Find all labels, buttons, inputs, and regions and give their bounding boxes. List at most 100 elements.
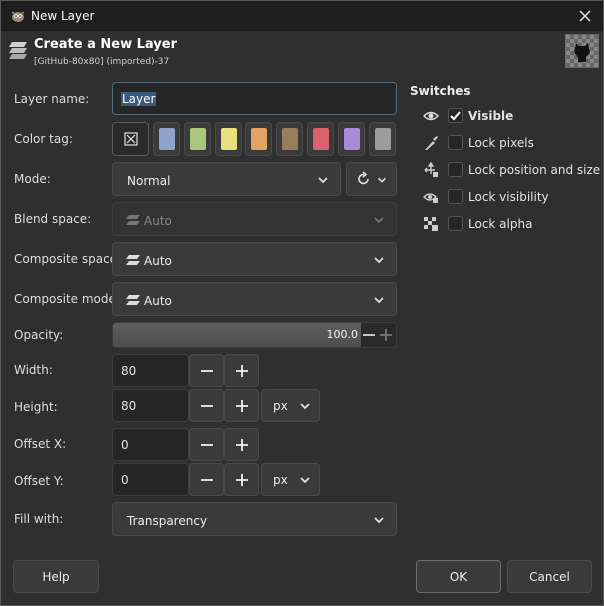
layer-stack-icon	[9, 42, 27, 59]
composite-mode-label: Composite mode:	[14, 292, 120, 306]
opacity-label: Opacity:	[14, 328, 64, 342]
color-tag-swatch[interactable]	[245, 122, 273, 156]
size-unit-value: px	[273, 399, 288, 413]
layer-mode-icon	[126, 215, 140, 225]
color-tag-swatch[interactable]	[214, 122, 242, 156]
eye-lock-icon	[423, 193, 438, 203]
height-label: Height:	[14, 400, 58, 414]
eye-icon	[423, 111, 439, 121]
layer-name-input[interactable]: Layer	[112, 82, 397, 115]
ok-button-label: OK	[449, 570, 468, 584]
composite-space-value: Auto	[144, 254, 172, 268]
dialog-heading: Create a New Layer	[34, 37, 177, 52]
ok-button[interactable]: OK	[416, 560, 501, 593]
title-bar: New Layer	[1, 1, 603, 31]
minus-icon	[201, 370, 213, 372]
lock-alpha-label: Lock alpha	[468, 217, 533, 231]
chevron-down-icon	[374, 297, 384, 304]
color-swatch	[313, 128, 329, 150]
opacity-slider[interactable]: 100.0	[112, 322, 397, 348]
color-tag-label: Color tag:	[14, 132, 73, 146]
offset-y-value: 0	[121, 473, 129, 487]
chevron-down-icon	[374, 257, 384, 264]
width-decrease-button[interactable]	[189, 354, 224, 387]
cancel-button[interactable]: Cancel	[507, 560, 592, 593]
move-lock-icon	[424, 162, 438, 177]
image-thumbnail	[565, 34, 599, 68]
width-value: 80	[121, 364, 137, 378]
blend-space-dropdown[interactable]: Auto	[112, 202, 397, 236]
switches-heading: Switches	[410, 84, 471, 98]
offset-x-increase-button[interactable]	[224, 428, 259, 461]
image-name: [GitHub-80x80] (imported)-37	[34, 57, 170, 67]
width-input[interactable]: 80	[112, 354, 189, 387]
layer-name-text: Layer	[121, 92, 157, 106]
minus-icon	[201, 479, 213, 481]
checkerboard-lock-icon	[424, 217, 438, 231]
minus-icon	[201, 405, 213, 407]
new-layer-dialog: New Layer Create a New Layer [GitHub-80x…	[0, 0, 604, 606]
color-swatch	[189, 128, 206, 150]
color-tag-swatch[interactable]	[368, 122, 396, 156]
plus-icon[interactable]	[378, 327, 394, 343]
color-tag-swatch[interactable]	[276, 122, 304, 156]
layer-mode-icon	[126, 255, 140, 265]
color-tag-swatch[interactable]	[183, 122, 211, 156]
mode-dropdown[interactable]: Normal	[112, 162, 341, 196]
reset-arrow-icon	[358, 171, 369, 185]
dialog-header: Create a New Layer [GitHub-80x80] (impor…	[1, 31, 603, 71]
offset-x-label: Offset X:	[14, 437, 67, 451]
offset-x-input[interactable]: 0	[112, 428, 189, 461]
composite-mode-dropdown[interactable]: Auto	[112, 282, 397, 316]
offset-x-value: 0	[121, 438, 129, 452]
lock-pixels-label: Lock pixels	[468, 136, 534, 150]
gimp-app-icon	[11, 11, 25, 22]
blend-space-value: Auto	[144, 214, 172, 228]
chevron-down-icon	[374, 217, 384, 224]
color-swatch	[374, 128, 391, 150]
size-unit-dropdown[interactable]: px	[261, 389, 320, 422]
color-tag-swatch[interactable]	[307, 122, 334, 156]
visible-checkbox[interactable]	[448, 108, 463, 123]
width-increase-button[interactable]	[224, 354, 259, 387]
mode-label: Mode:	[14, 172, 51, 186]
composite-space-dropdown[interactable]: Auto	[112, 242, 397, 276]
height-input[interactable]: 80	[112, 389, 189, 422]
minus-icon[interactable]	[361, 327, 377, 343]
offset-x-decrease-button[interactable]	[189, 428, 224, 461]
fill-with-label: Fill with:	[14, 512, 64, 526]
offset-y-increase-button[interactable]	[224, 463, 259, 496]
offset-unit-value: px	[273, 473, 288, 487]
composite-mode-value: Auto	[144, 294, 172, 308]
offset-y-decrease-button[interactable]	[189, 463, 224, 496]
color-tag-none[interactable]	[112, 122, 149, 156]
color-tag-swatch[interactable]	[153, 122, 180, 156]
lock-visibility-checkbox[interactable]	[448, 189, 463, 204]
color-swatch	[159, 128, 175, 150]
plus-icon	[236, 400, 248, 412]
width-label: Width:	[14, 363, 53, 377]
no-color-icon	[124, 132, 138, 146]
chevron-down-icon	[300, 403, 310, 410]
offset-unit-dropdown[interactable]: px	[261, 463, 320, 496]
lock-position-checkbox[interactable]	[448, 162, 463, 177]
height-decrease-button[interactable]	[189, 389, 224, 422]
offset-y-input[interactable]: 0	[112, 463, 189, 496]
chevron-down-icon	[374, 517, 384, 524]
close-icon[interactable]	[575, 6, 595, 26]
lock-pixels-checkbox[interactable]	[448, 135, 463, 150]
mode-group-switch-button[interactable]	[346, 162, 397, 196]
help-button[interactable]: Help	[13, 560, 99, 593]
height-increase-button[interactable]	[224, 389, 259, 422]
chevron-down-icon	[318, 177, 328, 184]
color-swatch	[251, 128, 268, 150]
height-value: 80	[121, 399, 137, 413]
github-logo-icon	[574, 43, 590, 62]
color-tag-swatch[interactable]	[337, 122, 365, 156]
plus-icon	[236, 439, 248, 451]
lock-alpha-checkbox[interactable]	[448, 216, 463, 231]
fill-with-dropdown[interactable]: Transparency	[112, 502, 397, 536]
help-button-label: Help	[42, 570, 70, 584]
lock-visibility-label: Lock visibility	[468, 190, 549, 204]
cancel-button-label: Cancel	[529, 570, 570, 584]
